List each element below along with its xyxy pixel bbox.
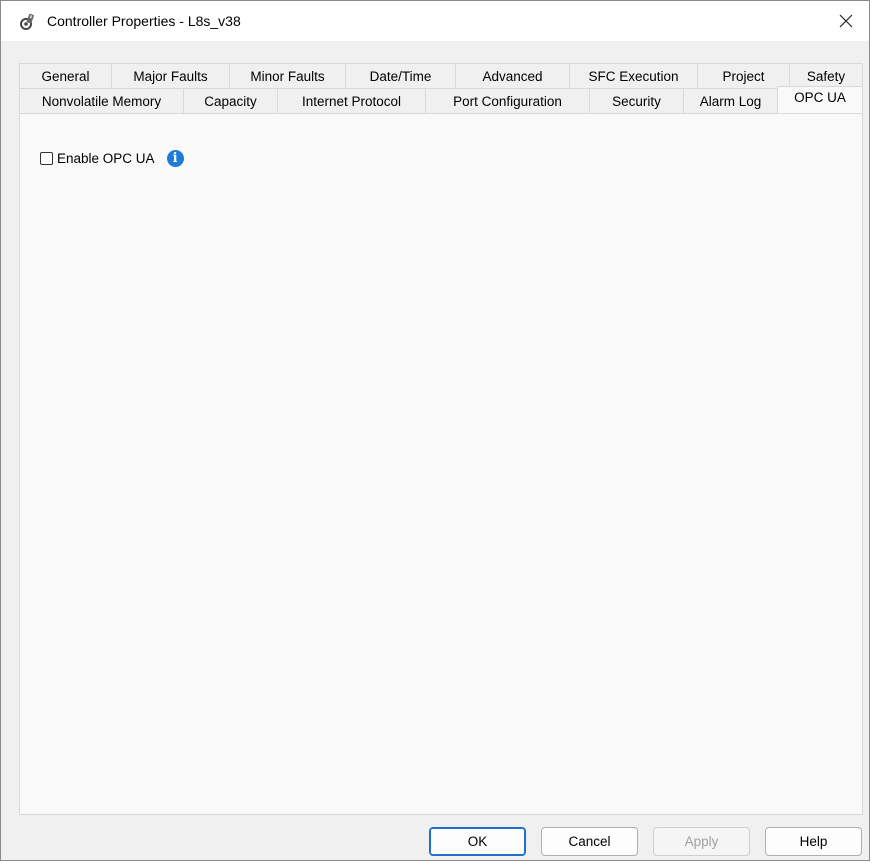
tab-row-1: General Major Faults Minor Faults Date/T… (19, 63, 863, 88)
enable-opcua-label[interactable]: Enable OPC UA (57, 151, 155, 166)
enable-opcua-checkbox[interactable] (40, 152, 53, 165)
close-icon (839, 14, 853, 28)
tab-internet-protocol[interactable]: Internet Protocol (277, 88, 425, 113)
tab-capacity[interactable]: Capacity (183, 88, 277, 113)
ok-button[interactable]: OK (429, 827, 526, 856)
enable-opcua-row: Enable OPC UA i (40, 150, 184, 167)
tab-alarm-log[interactable]: Alarm Log (683, 88, 777, 113)
info-icon[interactable]: i (166, 150, 184, 167)
tab-opc-ua[interactable]: OPC UA (777, 86, 863, 113)
apply-button[interactable]: Apply (653, 827, 750, 856)
tab-security[interactable]: Security (589, 88, 683, 113)
controller-gear-icon (20, 13, 34, 30)
tab-safety[interactable]: Safety (789, 63, 863, 88)
info-icon-glyph: i (172, 151, 178, 166)
window-title: Controller Properties - L8s_v38 (47, 13, 241, 29)
opc-ua-tab-panel: Enable OPC UA i (19, 113, 863, 815)
tab-project[interactable]: Project (697, 63, 789, 88)
tab-port-configuration[interactable]: Port Configuration (425, 88, 589, 113)
tab-sfc-execution[interactable]: SFC Execution (569, 63, 697, 88)
controller-properties-dialog: Controller Properties - L8s_v38 General … (0, 0, 870, 861)
help-button[interactable]: Help (765, 827, 862, 856)
title-bar: Controller Properties - L8s_v38 (1, 1, 869, 41)
tab-row-2: Nonvolatile Memory Capacity Internet Pro… (19, 86, 863, 113)
cancel-button[interactable]: Cancel (541, 827, 638, 856)
tab-general[interactable]: General (19, 63, 111, 88)
tab-minor-faults[interactable]: Minor Faults (229, 63, 345, 88)
tab-major-faults[interactable]: Major Faults (111, 63, 229, 88)
tab-nonvolatile-memory[interactable]: Nonvolatile Memory (19, 88, 183, 113)
tab-date-time[interactable]: Date/Time (345, 63, 455, 88)
tab-advanced[interactable]: Advanced (455, 63, 569, 88)
close-button[interactable] (823, 1, 869, 41)
